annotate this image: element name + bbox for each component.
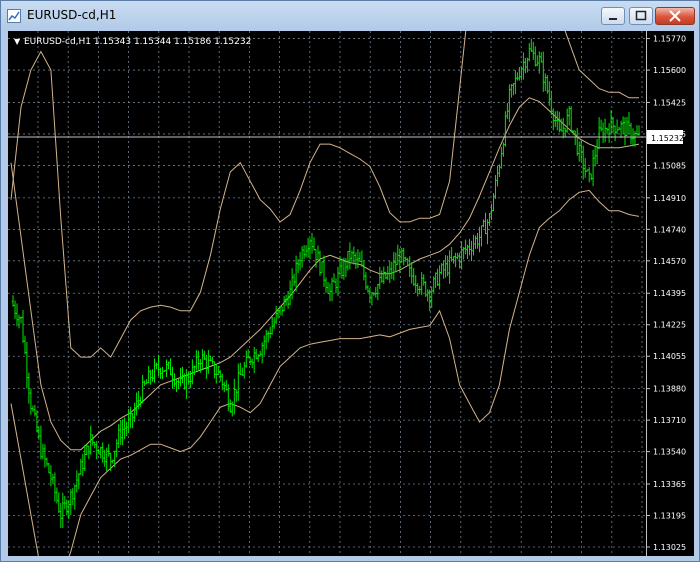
chart-window: EURUSD-cd,H1 1.157701.156001.154251.1525…: [0, 0, 700, 562]
title-bar[interactable]: EURUSD-cd,H1: [1, 1, 699, 31]
symbol-info: EURUSD-cd,H1 1.15343 1.15344 1.15186 1.1…: [24, 37, 251, 47]
price-label: 1.13195: [653, 512, 686, 521]
price-label: 1.14740: [653, 225, 686, 234]
current-price-tag: 1.15232: [647, 130, 684, 144]
chart-area[interactable]: 1.157701.156001.154251.152551.150851.149…: [8, 31, 694, 556]
chart-window-icon: [7, 9, 21, 23]
price-label: 1.13025: [653, 543, 686, 552]
price-chart[interactable]: 1.157701.156001.154251.152551.150851.149…: [8, 31, 694, 556]
price-label: 1.15085: [653, 161, 686, 170]
price-label: 1.15425: [653, 98, 686, 107]
price-axis: 1.157701.156001.154251.152551.150851.149…: [646, 31, 686, 556]
price-label: 1.14055: [653, 352, 686, 361]
price-label: 1.15600: [653, 66, 686, 75]
window-title: EURUSD-cd,H1: [27, 8, 117, 22]
price-label: 1.14570: [653, 257, 686, 266]
close-button[interactable]: [655, 7, 695, 25]
minimize-icon: [609, 18, 617, 20]
maximize-icon: [635, 10, 647, 21]
bollinger-lower: [10, 189, 640, 556]
price-label: 1.13540: [653, 448, 686, 457]
close-icon: [669, 10, 681, 22]
price-label: 1.13880: [653, 385, 686, 394]
chart-grid: [8, 31, 646, 556]
maximize-button[interactable]: [629, 7, 653, 25]
dropdown-arrow-icon[interactable]: ▼: [14, 37, 21, 46]
price-bars: [11, 38, 641, 528]
price-label: 1.15770: [653, 35, 686, 44]
price-label: 1.14910: [653, 194, 686, 203]
minimize-button[interactable]: [601, 7, 625, 25]
price-label: 1.14395: [653, 289, 686, 298]
price-label: 1.14225: [653, 321, 686, 330]
price-label: 1.13710: [653, 416, 686, 425]
chart-header: ▼ EURUSD-cd,H1 1.15343 1.15344 1.15186 1…: [14, 37, 251, 47]
bollinger-middle: [10, 97, 640, 451]
current-price-label: 1.15232: [651, 134, 684, 143]
price-label: 1.13365: [653, 480, 686, 489]
